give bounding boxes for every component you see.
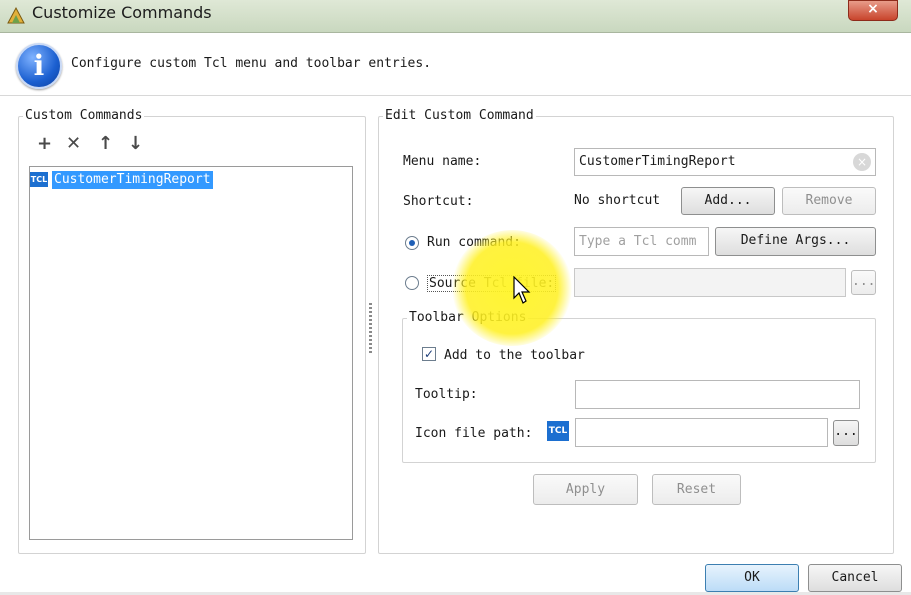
shortcut-label: Shortcut: <box>403 194 474 209</box>
apply-button[interactable]: Apply <box>533 474 638 505</box>
shortcut-value: No shortcut <box>574 193 661 208</box>
add-to-toolbar-label: Add to the toolbar <box>444 348 585 363</box>
move-up-icon[interactable]: ↑ <box>98 133 113 154</box>
reset-button[interactable]: Reset <box>652 474 741 505</box>
custom-commands-legend: Custom Commands <box>23 108 145 123</box>
ok-button[interactable]: OK <box>705 564 799 592</box>
divider <box>0 95 911 96</box>
menu-name-label: Menu name: <box>403 154 482 169</box>
menu-name-field[interactable]: CustomerTimingReport × <box>574 148 876 176</box>
plus-icon[interactable]: + <box>37 133 52 154</box>
icon-file-path-input[interactable] <box>575 418 828 447</box>
tcl-icon: TCL <box>30 172 48 187</box>
source-file-browse-button[interactable]: ... <box>851 270 876 295</box>
icon-path-browse-button[interactable]: ... <box>833 420 859 446</box>
title-bar: Customize Commands × <box>0 0 911 33</box>
add-shortcut-button[interactable]: Add... <box>681 187 775 215</box>
banner-text: Configure custom Tcl menu and toolbar en… <box>71 56 432 71</box>
mouse-pointer-icon <box>513 276 531 304</box>
tcl-icon: TCL <box>547 421 569 441</box>
delete-x-icon[interactable]: ✕ <box>66 133 81 154</box>
source-tcl-file-radio[interactable] <box>405 276 419 290</box>
run-command-radio[interactable] <box>405 236 419 250</box>
cancel-button[interactable]: Cancel <box>808 564 902 592</box>
remove-shortcut-button[interactable]: Remove <box>782 187 876 215</box>
list-item-label: CustomerTimingReport <box>52 171 213 189</box>
run-command-placeholder: Type a Tcl comm <box>579 234 697 249</box>
custom-commands-list[interactable]: TCL CustomerTimingReport <box>29 166 353 540</box>
source-tcl-file-input[interactable] <box>574 268 846 297</box>
tooltip-label: Tooltip: <box>415 387 478 402</box>
menu-name-value: CustomerTimingReport <box>579 154 736 169</box>
define-args-button[interactable]: Define Args... <box>715 227 876 256</box>
move-down-icon[interactable]: ↓ <box>128 133 143 154</box>
splitter-handle[interactable] <box>369 303 372 353</box>
edit-command-legend: Edit Custom Command <box>383 108 536 123</box>
info-icon: i <box>16 43 62 89</box>
add-to-toolbar-checkbox[interactable]: ✓ <box>422 347 436 361</box>
clear-icon[interactable]: × <box>853 153 871 171</box>
window-title: Customize Commands <box>32 3 212 22</box>
icon-file-path-label: Icon file path: <box>415 426 533 441</box>
tooltip-input[interactable] <box>575 380 860 409</box>
cursor-highlight <box>452 230 572 346</box>
close-icon: × <box>867 1 879 17</box>
close-button[interactable]: × <box>848 0 898 21</box>
app-icon <box>7 6 25 24</box>
run-command-input[interactable]: Type a Tcl comm <box>574 227 709 256</box>
